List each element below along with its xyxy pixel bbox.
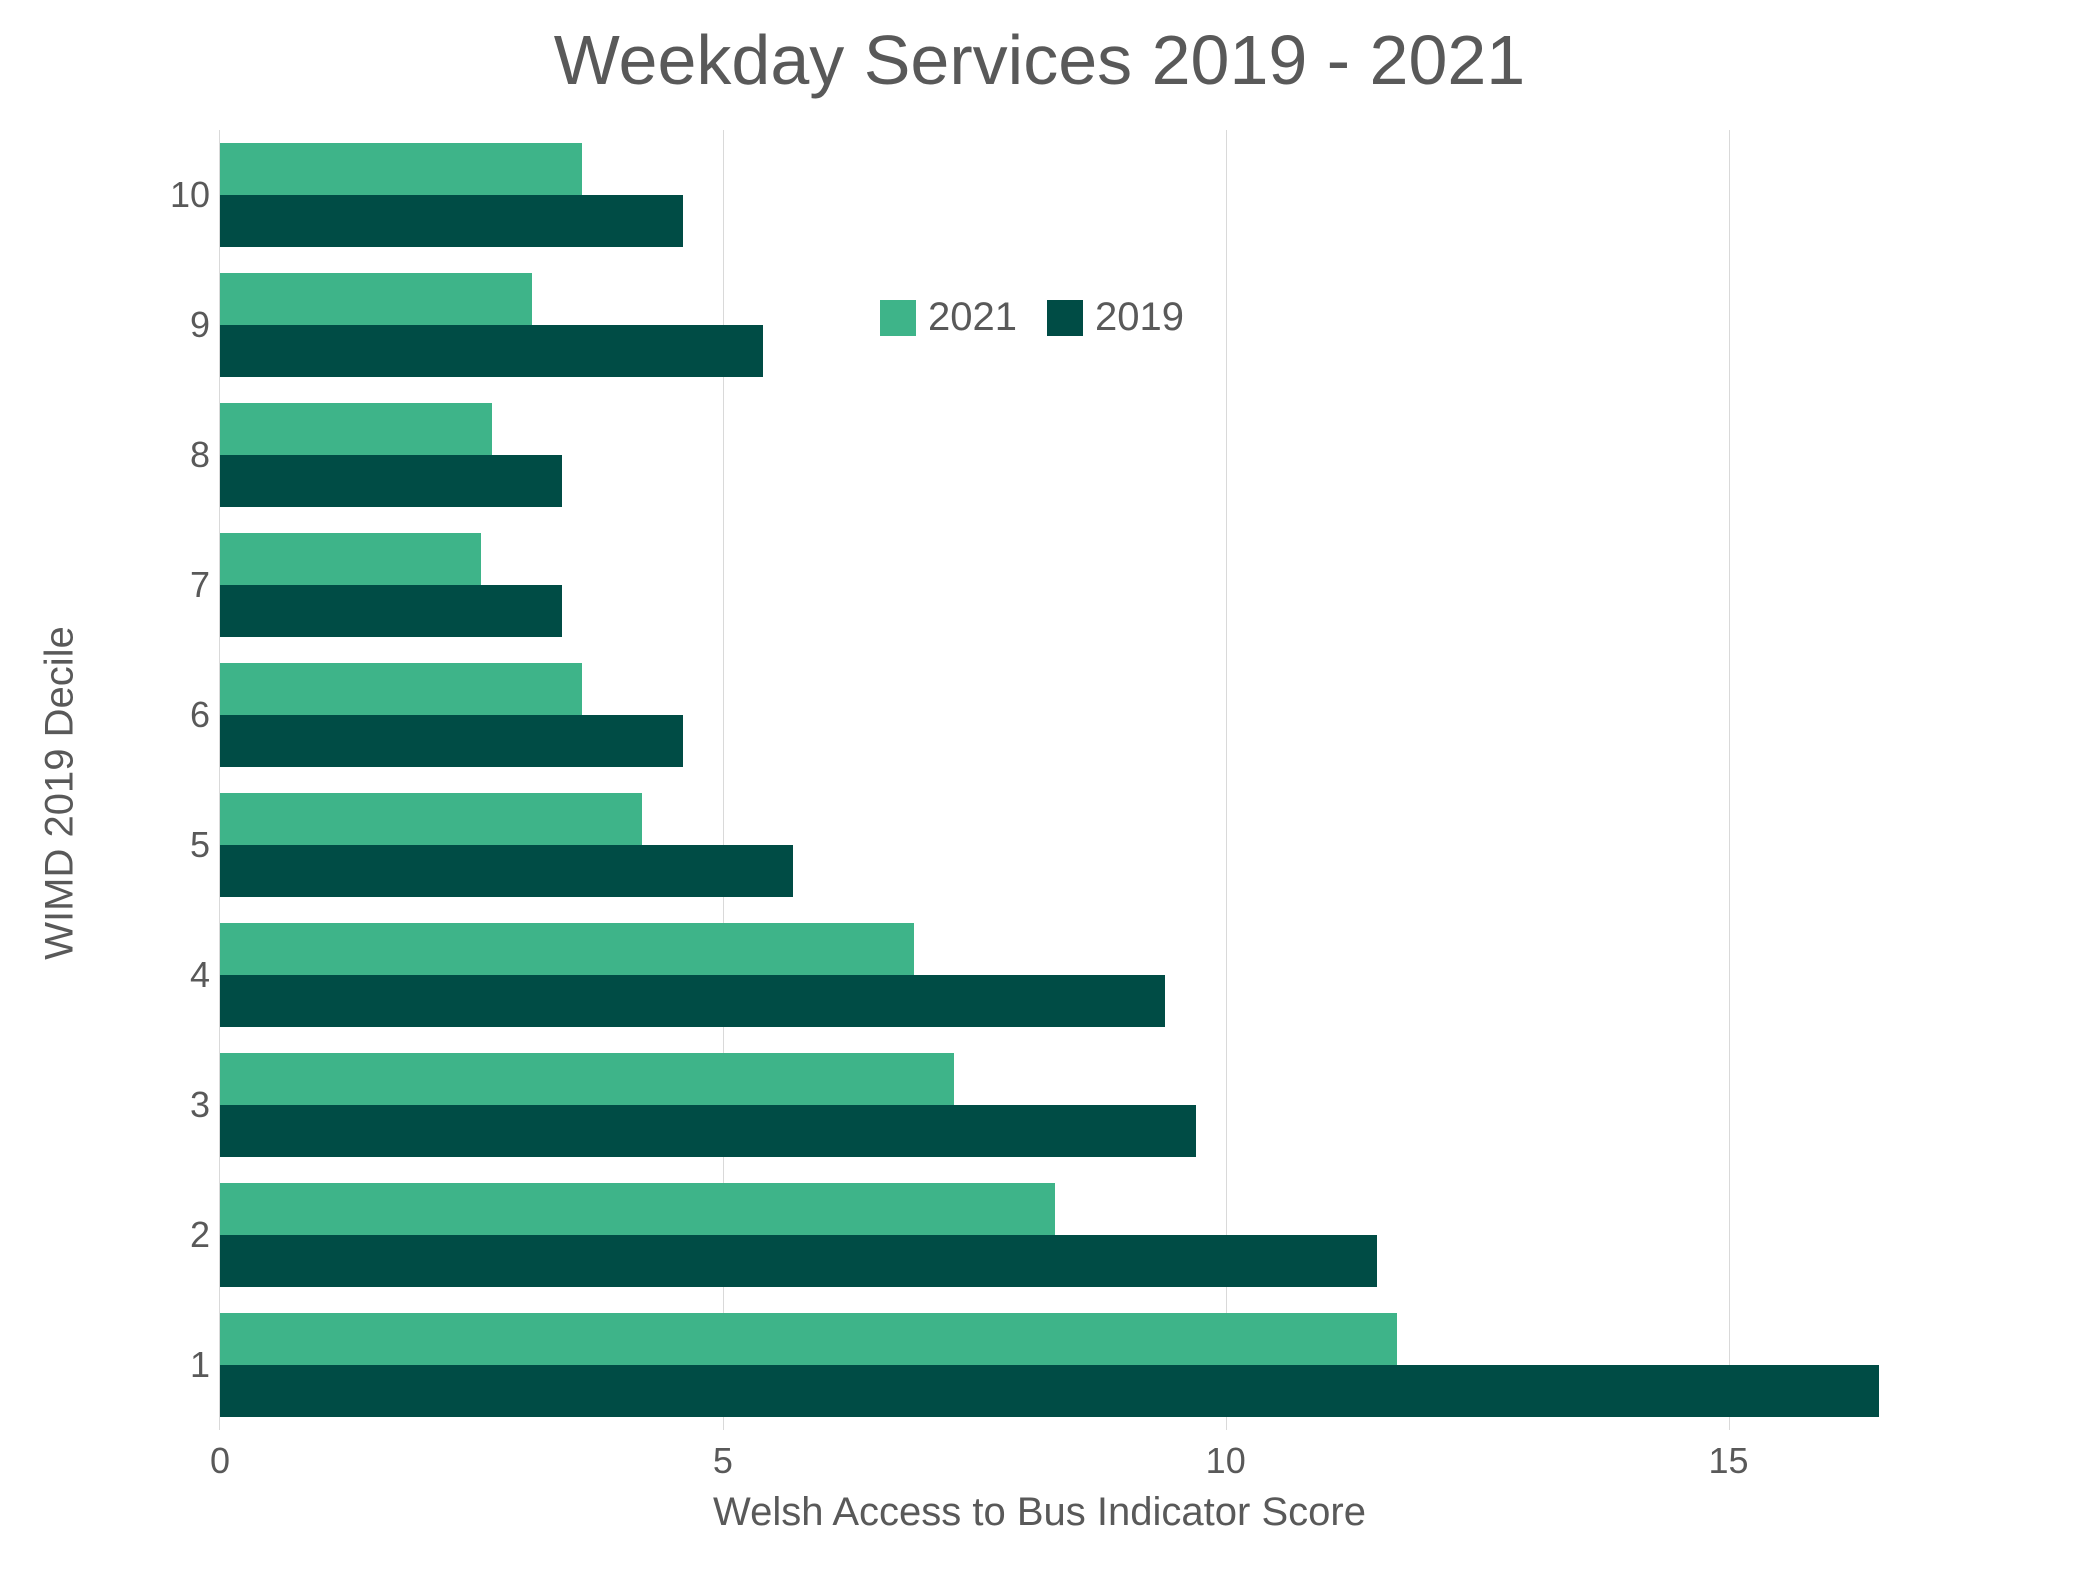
legend-label-2019: 2019 [1095,295,1184,340]
bar-2019 [220,845,793,897]
bar-2019 [220,455,562,507]
bar-group [220,1300,1980,1430]
bar-2021 [220,1053,954,1105]
bar-2021 [220,1313,1397,1365]
bar-2021 [220,143,582,195]
x-tick-label: 15 [1709,1440,1749,1482]
legend-item-2021: 2021 [880,295,1017,340]
y-tick-label: 10 [150,174,210,216]
bar-group [220,1170,1980,1300]
bar-2019 [220,195,683,247]
bar-group [220,780,1980,910]
bar-2019 [220,325,763,377]
bar-2021 [220,403,492,455]
bar-group [220,390,1980,520]
bar-2021 [220,793,642,845]
legend-label-2021: 2021 [928,295,1017,340]
y-tick-label: 8 [150,434,210,476]
x-axis-label: Welsh Access to Bus Indicator Score [0,1490,2079,1535]
y-tick-label: 1 [150,1344,210,1386]
legend-item-2019: 2019 [1047,295,1184,340]
bar-group [220,1040,1980,1170]
chart-title: Weekday Services 2019 - 2021 [0,20,2079,100]
y-axis-label: WIMD 2019 Decile [38,626,83,959]
y-tick-label: 7 [150,564,210,606]
bar-2019 [220,1235,1377,1287]
y-tick-label: 3 [150,1084,210,1126]
y-tick-label: 6 [150,694,210,736]
bar-2019 [220,975,1165,1027]
legend-swatch-2019 [1047,300,1083,336]
x-tick-label: 10 [1206,1440,1246,1482]
legend-swatch-2021 [880,300,916,336]
legend: 2021 2019 [880,295,1184,340]
bar-2021 [220,923,914,975]
x-tick-label: 5 [713,1440,733,1482]
bar-2019 [220,585,562,637]
x-tick-label: 0 [210,1440,230,1482]
bar-2019 [220,1365,1879,1417]
bar-2019 [220,1105,1196,1157]
bar-group [220,650,1980,780]
y-tick-label: 4 [150,954,210,996]
bar-2021 [220,1183,1055,1235]
bar-2019 [220,715,683,767]
bar-group [220,910,1980,1040]
bar-group [220,520,1980,650]
chart-container: Weekday Services 2019 - 2021 WIMD 2019 D… [0,0,2079,1585]
bar-2021 [220,533,481,585]
bar-2021 [220,273,532,325]
bar-group [220,130,1980,260]
y-tick-label: 5 [150,824,210,866]
bar-2021 [220,663,582,715]
x-ticks: 051015 [220,1430,1980,1490]
y-tick-label: 9 [150,304,210,346]
y-tick-label: 2 [150,1214,210,1256]
